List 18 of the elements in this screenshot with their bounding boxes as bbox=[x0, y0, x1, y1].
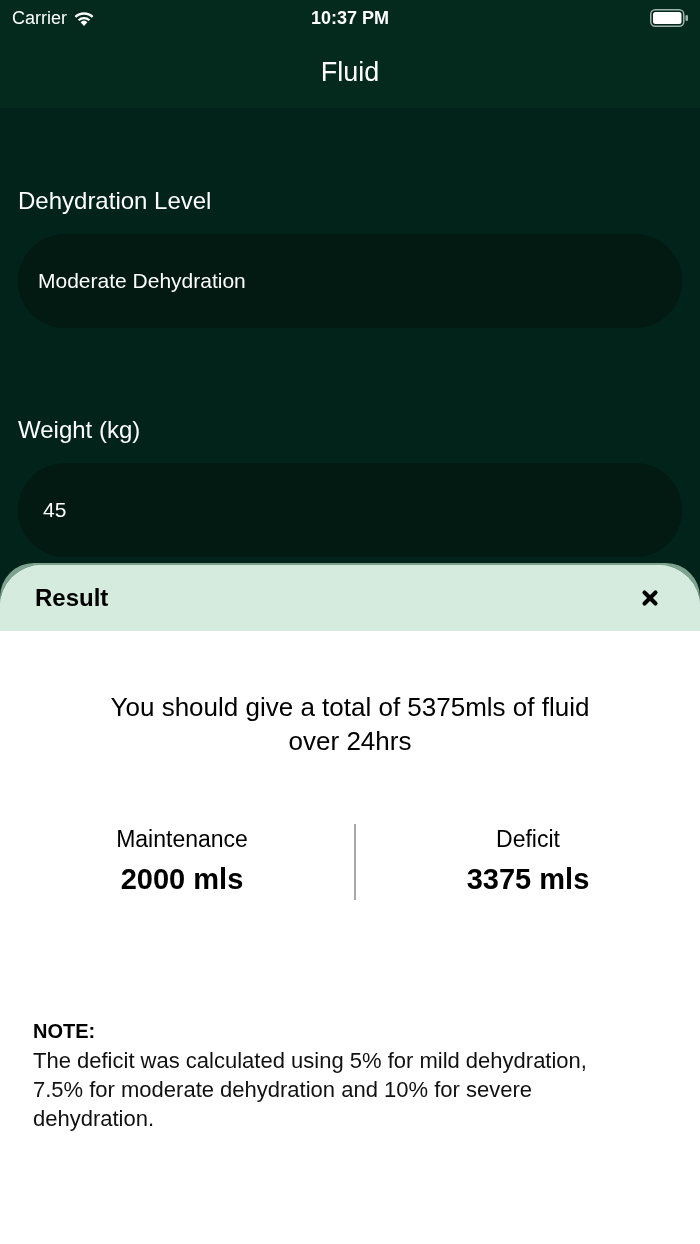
carrier-label: Carrier bbox=[12, 6, 67, 30]
wifi-icon bbox=[73, 10, 95, 26]
battery-icon bbox=[650, 9, 688, 27]
dehydration-select-field[interactable]: Moderate Dehydration bbox=[18, 234, 682, 328]
field-label: Weight (kg) bbox=[18, 415, 142, 445]
status-time: 10:37 PM bbox=[311, 6, 389, 30]
result-summary: You should give a total of 5375mls of fluid over 24hrs bbox=[109, 691, 591, 758]
close-icon bbox=[639, 587, 661, 609]
stat-value: 3375 mls bbox=[466, 862, 590, 897]
nav-title: Fluid bbox=[320, 55, 380, 89]
stat-label: Maintenance bbox=[116, 825, 248, 854]
sheet-title: Result bbox=[35, 583, 109, 613]
field-label: Dehydration Level bbox=[18, 186, 213, 216]
weight-input-field[interactable]: 45 bbox=[18, 463, 682, 557]
note-heading: NOTE: bbox=[33, 1019, 97, 1044]
stat-label: Deficit bbox=[496, 825, 560, 854]
stat-value: 2000 mls bbox=[120, 862, 244, 897]
note-text: The deficit was calculated using 5% for mild dehydration, 7.5% for moderate dehydration and 10% for severe dehydration. bbox=[33, 1047, 588, 1133]
